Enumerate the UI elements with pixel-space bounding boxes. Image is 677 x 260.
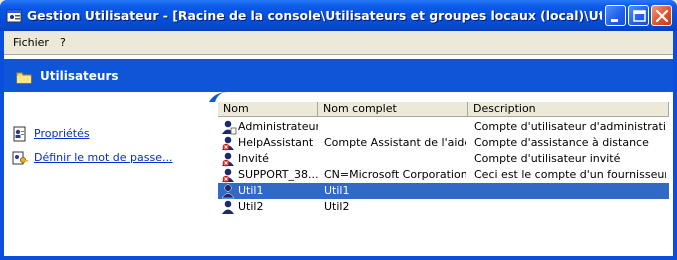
cell-full-name: Util1	[324, 184, 350, 197]
properties-icon	[13, 126, 26, 142]
close-icon	[655, 9, 669, 23]
panel-header: Utilisateurs	[4, 59, 673, 92]
column-header-description[interactable]: Description	[468, 102, 669, 117]
user-icon	[221, 184, 235, 199]
column-header-name[interactable]: Nom	[218, 102, 318, 117]
task-properties-label[interactable]: Propriétés	[34, 127, 90, 141]
table-row[interactable]: Invité Compte d'utilisateur invité	[218, 151, 669, 167]
disabled-user-icon	[222, 136, 234, 151]
cell-full-name: Compte Assistant de l'aide...	[324, 136, 466, 149]
users-list[interactable]: Nom Nom complet Description Administrate…	[218, 102, 669, 254]
cell-full-name	[324, 120, 466, 134]
main-window: Gestion Utilisateur - [Racine de la cons…	[0, 0, 677, 260]
menu-bar: Fichier ?	[4, 31, 673, 54]
cell-name: Util1	[238, 184, 264, 197]
cell-name: Administrateur	[238, 120, 318, 133]
title-bar[interactable]: Gestion Utilisateur - [Racine de la cons…	[0, 0, 677, 31]
cell-description: Compte d'utilisateur invité	[474, 152, 621, 165]
cell-description: Compte d'assistance à distance	[474, 136, 649, 149]
cell-name: SUPPORT_38...	[238, 168, 318, 181]
folder-icon	[16, 72, 32, 84]
user-icon	[222, 120, 237, 135]
cell-description: Compte d'utilisateur d'administration	[474, 120, 666, 133]
column-header-full-name[interactable]: Nom complet	[318, 102, 468, 117]
menu-fichier[interactable]: Fichier	[13, 36, 49, 50]
table-row-selected[interactable]: Util1 Util1	[218, 183, 669, 199]
user-icon	[222, 200, 234, 214]
panel-title: Utilisateurs	[40, 69, 119, 83]
task-set-password-label[interactable]: Définir le mot de passe...	[34, 151, 172, 165]
cell-description	[474, 184, 666, 198]
close-button[interactable]	[651, 5, 672, 26]
maximize-button[interactable]	[628, 5, 649, 26]
cell-full-name: Util2	[324, 200, 350, 213]
minimize-button[interactable]	[605, 5, 626, 26]
cell-name: HelpAssistant	[238, 136, 314, 149]
cell-name: Util2	[238, 200, 264, 213]
table-row[interactable]: Administrateur Compte d'utilisateur d'ad…	[218, 119, 669, 135]
table-row[interactable]: SUPPORT_38... CN=Microsoft Corporation..…	[218, 167, 669, 183]
window-title: Gestion Utilisateur - [Racine de la cons…	[27, 8, 602, 23]
cell-name: Invité	[238, 152, 269, 165]
app-icon	[6, 9, 22, 23]
cell-description: Ceci est le compte d'un fournisseur p...	[474, 168, 666, 181]
minimize-icon	[611, 19, 618, 22]
disabled-user-icon	[222, 168, 234, 183]
cell-description	[474, 200, 666, 214]
cell-full-name: CN=Microsoft Corporation...	[324, 168, 466, 181]
key-icon	[12, 151, 28, 165]
menu-help[interactable]: ?	[60, 36, 66, 50]
cell-full-name	[324, 152, 466, 166]
table-row[interactable]: Util2 Util2	[218, 199, 669, 215]
maximize-icon	[633, 10, 646, 22]
header-curve-decoration	[4, 92, 673, 102]
table-row[interactable]: HelpAssistant Compte Assistant de l'aide…	[218, 135, 669, 151]
disabled-user-icon	[222, 152, 234, 167]
content-area: Utilisateurs Propriétés Définir le mot d…	[4, 54, 673, 256]
